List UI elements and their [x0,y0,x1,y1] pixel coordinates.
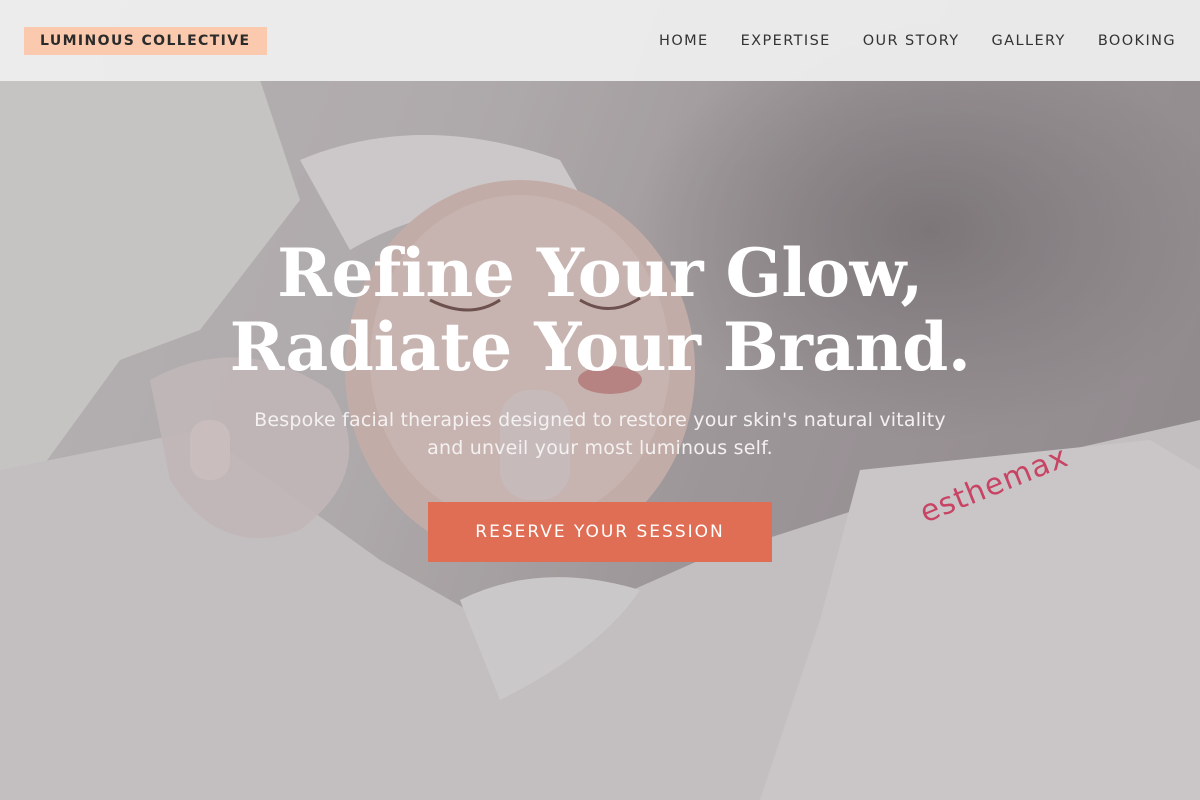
hero-background-image [0,0,1200,800]
nav-booking-link[interactable]: BOOKING [1098,33,1176,49]
reserve-session-button[interactable]: RESERVE YOUR SESSION [428,502,772,562]
nav-gallery-link[interactable]: GALLERY [992,33,1066,49]
hero-headline: Refine Your Glow, Radiate Your Brand. [0,236,1200,384]
brand-logo-link[interactable]: LUMINOUS COLLECTIVE [24,26,267,55]
main-nav: HOME EXPERTISE OUR STORY GALLERY BOOKING [627,33,1176,49]
hero-headline-line1: Refine Your Glow, [277,234,923,312]
hero-headline-line2: Radiate Your Brand. [229,308,971,386]
top-navbar: LUMINOUS COLLECTIVE HOME EXPERTISE OUR S… [0,0,1200,81]
nav-expertise-link[interactable]: EXPERTISE [741,33,831,49]
hero-subtext: Bespoke facial therapies designed to res… [254,409,946,459]
nav-home-link[interactable]: HOME [659,33,709,49]
nav-our-story-link[interactable]: OUR STORY [863,33,960,49]
hero-dark-overlay [0,0,1200,800]
